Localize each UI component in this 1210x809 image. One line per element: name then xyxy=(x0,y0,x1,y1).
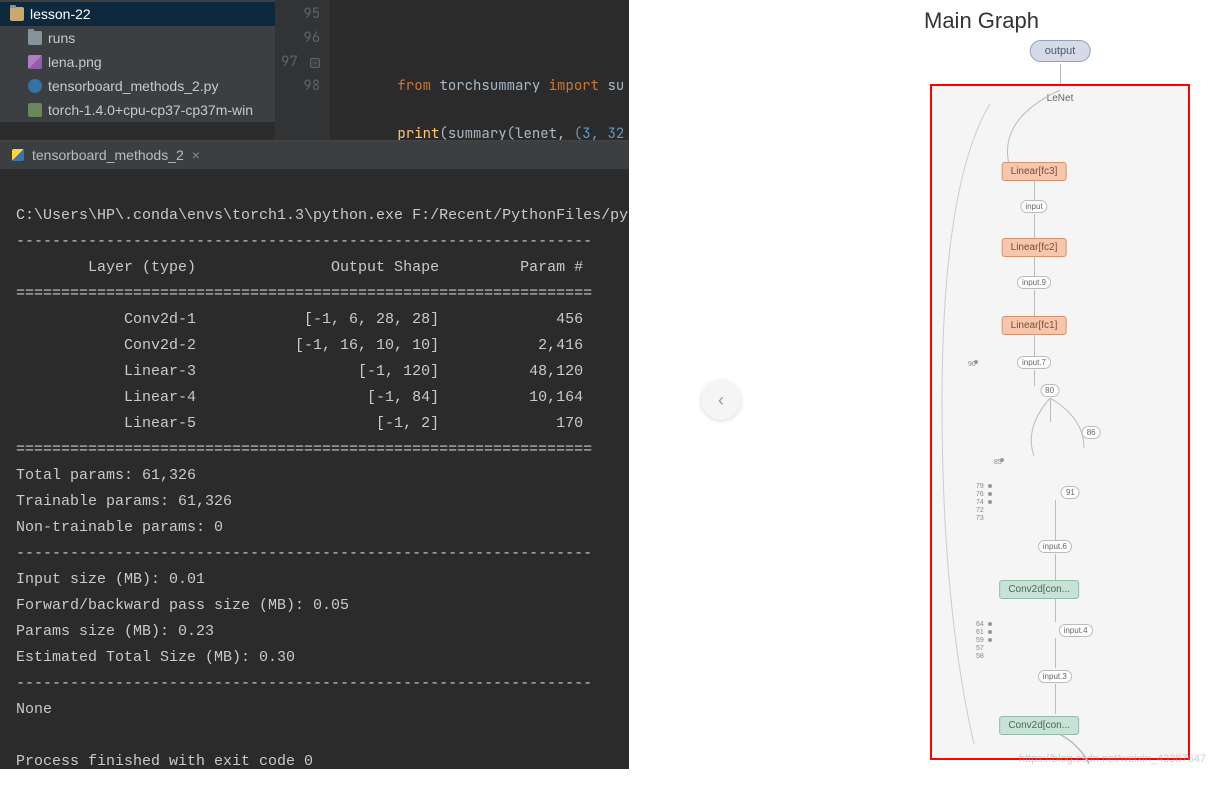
graph-node-input9[interactable]: input.9 xyxy=(1017,276,1051,289)
console-line: ========================================… xyxy=(16,441,592,458)
code-content[interactable]: from torchsummary import su print(summar… xyxy=(330,0,624,140)
code-line: print(summary(lenet, (3, 32 xyxy=(330,122,624,140)
console-line: ----------------------------------------… xyxy=(16,675,592,692)
console-tab[interactable]: tensorboard_methods_2 × xyxy=(0,141,636,169)
console-line: Non-trainable params: 0 xyxy=(16,519,223,536)
graph-node-91[interactable]: 91 xyxy=(1061,486,1080,499)
line-number: 95 xyxy=(281,2,320,26)
graph-edge xyxy=(1055,684,1056,714)
graph-edge xyxy=(1034,214,1035,238)
graph-edge xyxy=(1034,370,1035,386)
console-line: Total params: 61,326 xyxy=(16,467,196,484)
console-line: ----------------------------------------… xyxy=(16,233,592,250)
graph-node-conv1[interactable]: Conv2d[con... xyxy=(999,716,1079,735)
graph-edge xyxy=(1034,290,1035,316)
spacer: ‹ xyxy=(629,0,904,769)
graph-edge xyxy=(1034,334,1035,356)
tree-label: tensorboard_methods_2.py xyxy=(48,78,218,94)
editor-gutter: 95 96 97 − 98 xyxy=(275,0,330,140)
graph-edge-long xyxy=(934,104,994,744)
fold-icon[interactable]: − xyxy=(310,58,320,68)
line-number: 97 xyxy=(281,53,298,71)
watermark: https://blog.csdn.net/weixin_43387647 xyxy=(1019,753,1206,765)
tree-label: torch-1.4.0+cpu-cp37-cp37m-win xyxy=(48,102,253,118)
tree-item-lena[interactable]: lena.png xyxy=(0,50,275,74)
graph-node-86[interactable]: 86 xyxy=(1082,426,1101,439)
tree-item-runs[interactable]: runs xyxy=(0,26,275,50)
console-line: Process finished with exit code 0 xyxy=(16,753,313,770)
graph-dot xyxy=(1000,458,1004,462)
prev-button[interactable]: ‹ xyxy=(701,380,741,420)
close-icon[interactable]: × xyxy=(192,147,200,163)
run-console: tensorboard_methods_2 × C:\Users\HP\.con… xyxy=(0,140,636,769)
ide-panel: lesson-22 runs lena.png tensorboard_meth… xyxy=(0,0,629,769)
console-line: Linear-5 [-1, 2] 170 xyxy=(16,415,583,432)
graph-node-fc2[interactable]: Linear[fc2] xyxy=(1002,238,1067,257)
package-file-icon xyxy=(28,103,42,117)
graph-node-output[interactable]: output xyxy=(1030,40,1091,62)
console-line: ========================================… xyxy=(16,285,592,302)
python-run-icon xyxy=(12,149,24,161)
console-line: Forward/backward pass size (MB): 0.05 xyxy=(16,597,349,614)
project-tree[interactable]: lesson-22 runs lena.png tensorboard_meth… xyxy=(0,0,275,122)
graph-node-conv2[interactable]: Conv2d[con... xyxy=(999,580,1079,599)
graph-node-input3[interactable]: input.3 xyxy=(1038,670,1072,683)
graph-node-input6[interactable]: input.6 xyxy=(1038,540,1072,553)
graph-edge xyxy=(1055,554,1056,580)
console-line: Conv2d-1 [-1, 6, 28, 28] 456 xyxy=(16,311,583,328)
image-file-icon xyxy=(28,55,42,69)
tree-item-whl[interactable]: torch-1.4.0+cpu-cp37-cp37m-win xyxy=(0,98,275,122)
line-number: 96 xyxy=(281,26,320,50)
graph-node-80[interactable]: 80 xyxy=(1040,384,1059,397)
console-line: None xyxy=(16,701,52,718)
console-line: Linear-3 [-1, 120] 48,120 xyxy=(16,363,583,380)
folder-icon xyxy=(28,31,42,45)
console-line: C:\Users\HP\.conda\envs\torch1.3\python.… xyxy=(16,207,637,224)
tensorboard-graph-panel[interactable]: Main Graph output LeNet Linear[fc3] inpu… xyxy=(904,0,1210,769)
graph-node-input[interactable]: input xyxy=(1020,200,1047,213)
graph-edge xyxy=(1034,256,1035,276)
folder-open-icon xyxy=(10,7,24,21)
graph-edge xyxy=(1034,180,1035,200)
graph-node-fc1[interactable]: Linear[fc1] xyxy=(1002,316,1067,335)
graph-edge xyxy=(986,90,1066,168)
code-line: from torchsummary import su xyxy=(330,74,624,98)
console-output[interactable]: C:\Users\HP\.conda\envs\torch1.3\python.… xyxy=(0,169,636,809)
line-number: 98 xyxy=(281,74,320,98)
graph-edge xyxy=(1055,598,1056,622)
tree-item-lesson-22[interactable]: lesson-22 xyxy=(0,2,275,26)
console-line: Conv2d-2 [-1, 16, 10, 10] 2,416 xyxy=(16,337,583,354)
graph-node-input7[interactable]: input.7 xyxy=(1017,356,1051,369)
graph-node-fc3[interactable]: Linear[fc3] xyxy=(1002,162,1067,181)
console-tab-label: tensorboard_methods_2 xyxy=(32,147,184,163)
graph-title: Main Graph xyxy=(924,8,1190,34)
graph-edge xyxy=(1055,500,1056,540)
console-line: Params size (MB): 0.23 xyxy=(16,623,214,640)
tree-item-tb2[interactable]: tensorboard_methods_2.py xyxy=(0,74,275,98)
tree-label: lesson-22 xyxy=(30,6,91,22)
console-line: Layer (type) Output Shape Param # xyxy=(16,259,583,276)
chevron-left-icon: ‹ xyxy=(718,390,724,411)
graph-edge xyxy=(1055,638,1056,668)
python-file-icon xyxy=(28,79,42,93)
tree-label: lena.png xyxy=(48,54,102,70)
console-line: Linear-4 [-1, 84] 10,164 xyxy=(16,389,583,406)
graph-canvas[interactable]: output LeNet Linear[fc3] input Linear[fc… xyxy=(930,40,1190,760)
console-line: Trainable params: 61,326 xyxy=(16,493,232,510)
console-line: ----------------------------------------… xyxy=(16,545,592,562)
console-line: Estimated Total Size (MB): 0.30 xyxy=(16,649,295,666)
tree-label: runs xyxy=(48,30,75,46)
code-line xyxy=(330,26,624,50)
code-editor[interactable]: 95 96 97 − 98 from torchsummary import s… xyxy=(275,0,636,140)
graph-node-input4[interactable]: input.4 xyxy=(1059,624,1093,637)
console-line: Input size (MB): 0.01 xyxy=(16,571,205,588)
